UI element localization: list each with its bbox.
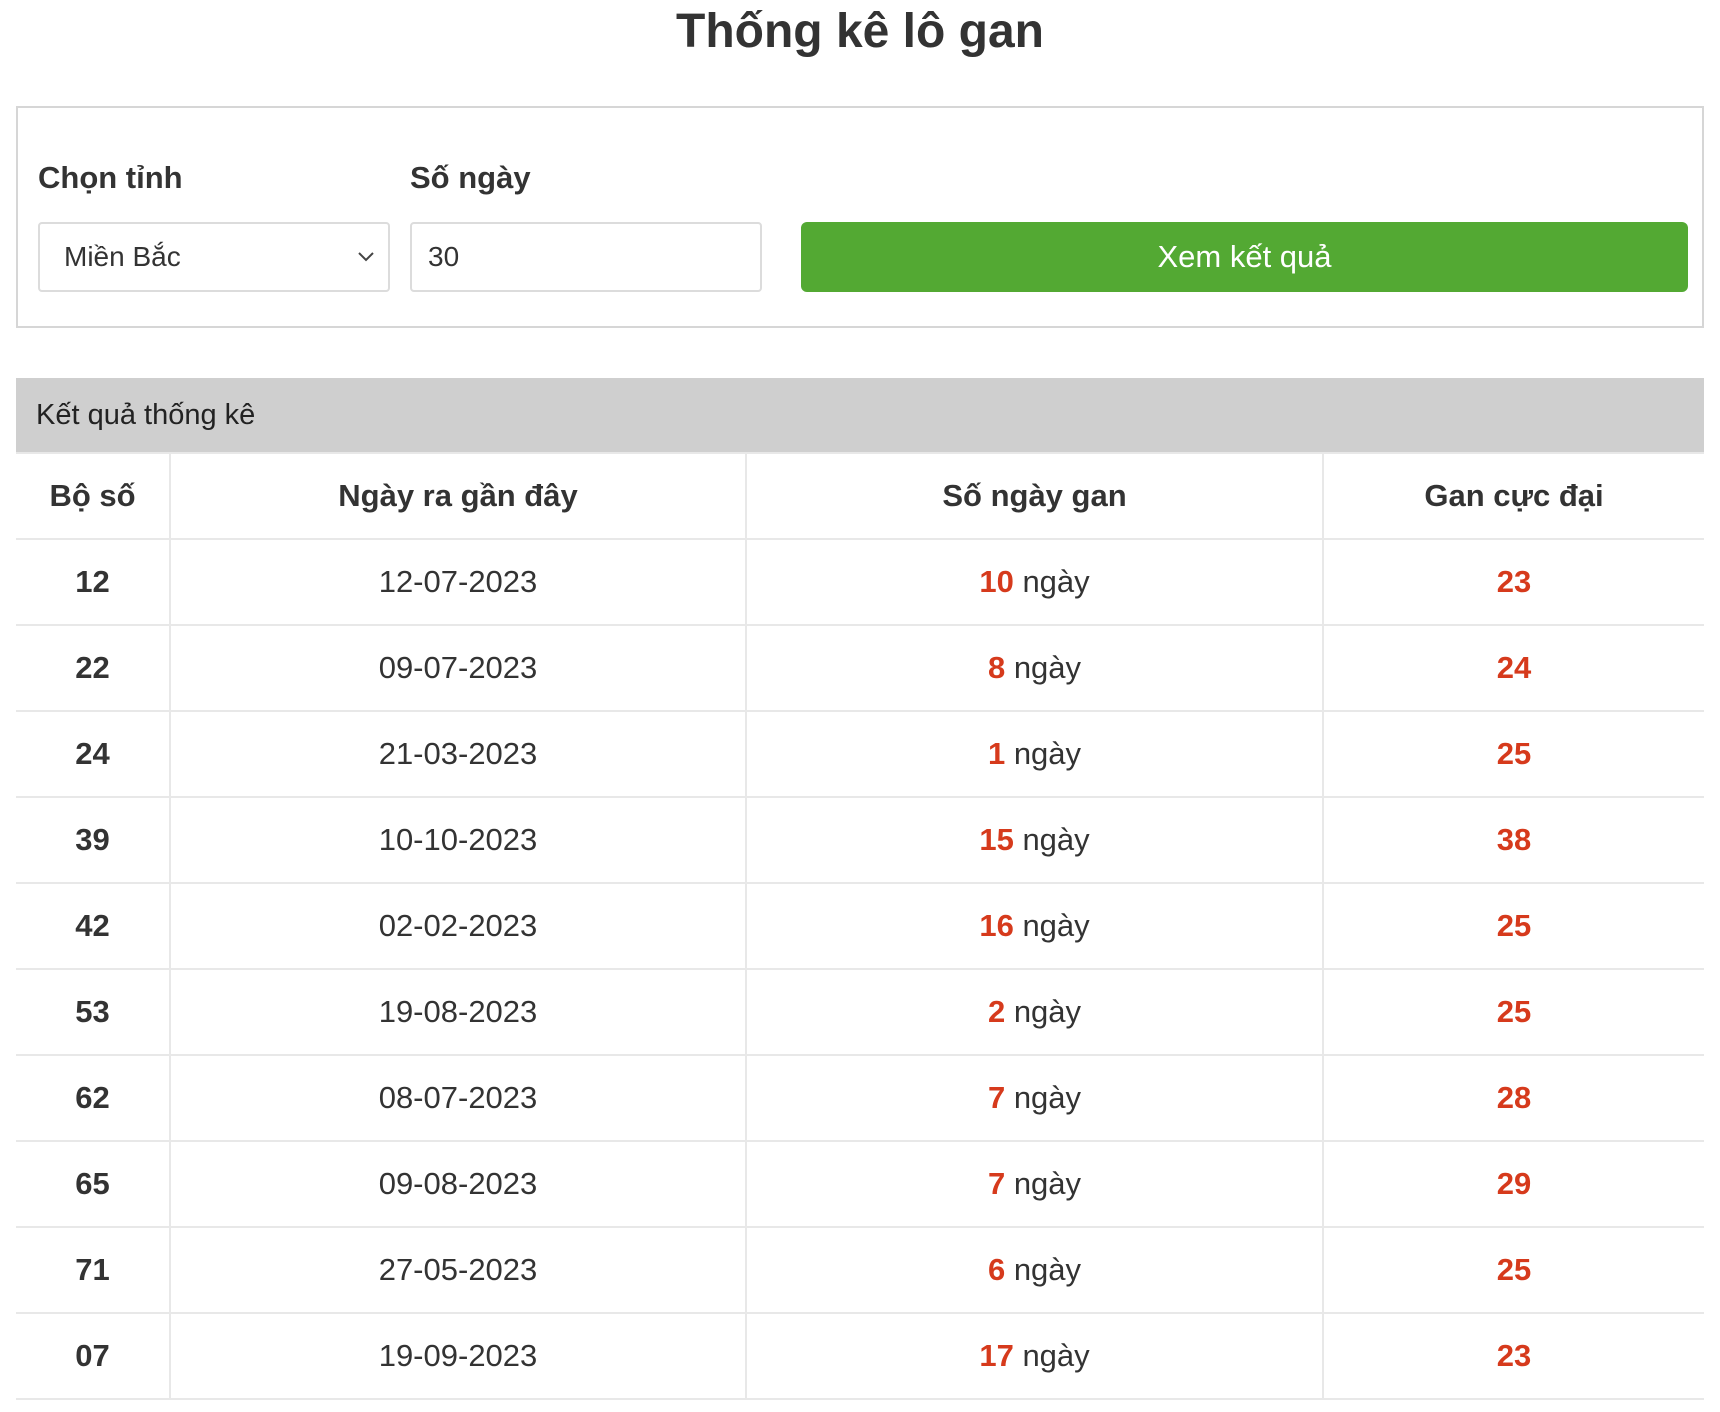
table-row: 65 09-08-2023 7 ngày 29 <box>16 1140 1704 1228</box>
table-row: 07 19-09-2023 17 ngày 23 <box>16 1312 1704 1400</box>
column-header-max-gan: Gan cực đại <box>1322 452 1704 540</box>
page: Thống kê lô gan Chọn tỉnh Số ngày Miền B… <box>0 0 1720 1412</box>
table-row: 71 27-05-2023 6 ngày 25 <box>16 1226 1704 1314</box>
cell-number: 53 <box>16 968 171 1056</box>
column-header-date: Ngày ra gần đây <box>169 452 747 540</box>
cell-gan-days: 7 ngày <box>745 1054 1324 1142</box>
cell-gan-days: 17 ngày <box>745 1312 1324 1400</box>
cell-gan-days: 10 ngày <box>745 538 1324 626</box>
gan-days-unit: ngày <box>1022 822 1090 857</box>
column-header-gan-days: Số ngày gan <box>745 452 1324 540</box>
cell-max-gan: 23 <box>1322 1312 1704 1400</box>
gan-days-unit: ngày <box>1013 1166 1082 1201</box>
results-header: Kết quả thống kê <box>16 378 1704 452</box>
cell-date: 12-07-2023 <box>169 538 747 626</box>
column-header-number: Bộ số <box>16 452 171 540</box>
cell-max-gan: 38 <box>1322 796 1704 884</box>
gan-days-unit: ngày <box>1013 1080 1082 1115</box>
cell-max-gan: 24 <box>1322 624 1704 712</box>
cell-number: 12 <box>16 538 171 626</box>
cell-number: 65 <box>16 1140 171 1228</box>
gan-days-unit: ngày <box>1022 908 1090 943</box>
gan-days-unit: ngày <box>1013 736 1082 771</box>
gan-days-value: 16 <box>979 908 1014 943</box>
table-row: 22 09-07-2023 8 ngày 24 <box>16 624 1704 712</box>
cell-number: 07 <box>16 1312 171 1400</box>
cell-date: 09-07-2023 <box>169 624 747 712</box>
gan-days-value: 15 <box>979 822 1014 857</box>
cell-number: 42 <box>16 882 171 970</box>
cell-date: 27-05-2023 <box>169 1226 747 1314</box>
results-table: Bộ số Ngày ra gần đây Số ngày gan Gan cự… <box>16 452 1704 1400</box>
province-select[interactable]: Miền Bắc <box>38 222 390 292</box>
table-row: 12 12-07-2023 10 ngày 23 <box>16 538 1704 626</box>
cell-number: 71 <box>16 1226 171 1314</box>
cell-gan-days: 6 ngày <box>745 1226 1324 1314</box>
cell-number: 24 <box>16 710 171 798</box>
gan-days-value: 7 <box>987 1080 1006 1115</box>
gan-days-unit: ngày <box>1022 564 1090 599</box>
cell-date: 02-02-2023 <box>169 882 747 970</box>
gan-days-value: 8 <box>987 650 1006 685</box>
gan-days-value: 7 <box>987 1166 1006 1201</box>
chevron-down-icon <box>358 252 374 262</box>
gan-days-unit: ngày <box>1022 1338 1090 1373</box>
table-row: 53 19-08-2023 2 ngày 25 <box>16 968 1704 1056</box>
results-header-title: Kết quả thống kê <box>36 399 256 431</box>
province-select-value: Miền Bắc <box>64 241 181 272</box>
cell-date: 19-08-2023 <box>169 968 747 1056</box>
cell-number: 22 <box>16 624 171 712</box>
table-row: 62 08-07-2023 7 ngày 28 <box>16 1054 1704 1142</box>
table-row: 24 21-03-2023 1 ngày 25 <box>16 710 1704 798</box>
cell-max-gan: 25 <box>1322 710 1704 798</box>
table-header-row: Bộ số Ngày ra gần đây Số ngày gan Gan cự… <box>16 452 1704 540</box>
cell-gan-days: 7 ngày <box>745 1140 1324 1228</box>
cell-date: 10-10-2023 <box>169 796 747 884</box>
view-results-button[interactable]: Xem kết quả <box>801 222 1688 292</box>
gan-days-unit: ngày <box>1013 1252 1082 1287</box>
gan-days-value: 10 <box>979 564 1014 599</box>
cell-gan-days: 15 ngày <box>745 796 1324 884</box>
cell-date: 09-08-2023 <box>169 1140 747 1228</box>
cell-max-gan: 25 <box>1322 1226 1704 1314</box>
cell-date: 21-03-2023 <box>169 710 747 798</box>
gan-days-value: 17 <box>979 1338 1014 1373</box>
gan-days-unit: ngày <box>1013 994 1082 1029</box>
cell-max-gan: 25 <box>1322 882 1704 970</box>
gan-days-value: 1 <box>987 736 1006 771</box>
cell-number: 39 <box>16 796 171 884</box>
cell-date: 19-09-2023 <box>169 1312 747 1400</box>
table-row: 39 10-10-2023 15 ngày 38 <box>16 796 1704 884</box>
results-table-body: 12 12-07-2023 10 ngày 23 22 09-07-2023 8… <box>16 538 1704 1400</box>
cell-max-gan: 28 <box>1322 1054 1704 1142</box>
cell-gan-days: 1 ngày <box>745 710 1324 798</box>
days-input[interactable] <box>410 222 762 292</box>
page-title: Thống kê lô gan <box>676 5 1044 58</box>
table-row: 42 02-02-2023 16 ngày 25 <box>16 882 1704 970</box>
province-label: Chọn tỉnh <box>38 160 183 195</box>
cell-gan-days: 8 ngày <box>745 624 1324 712</box>
gan-days-value: 2 <box>987 994 1006 1029</box>
cell-max-gan: 25 <box>1322 968 1704 1056</box>
cell-max-gan: 23 <box>1322 538 1704 626</box>
cell-max-gan: 29 <box>1322 1140 1704 1228</box>
cell-number: 62 <box>16 1054 171 1142</box>
gan-days-unit: ngày <box>1013 650 1082 685</box>
days-label: Số ngày <box>410 160 531 195</box>
gan-days-value: 6 <box>987 1252 1006 1287</box>
cell-date: 08-07-2023 <box>169 1054 747 1142</box>
cell-gan-days: 2 ngày <box>745 968 1324 1056</box>
cell-gan-days: 16 ngày <box>745 882 1324 970</box>
filter-panel: Chọn tỉnh Số ngày Miền Bắc Xem kết quả <box>16 106 1704 328</box>
